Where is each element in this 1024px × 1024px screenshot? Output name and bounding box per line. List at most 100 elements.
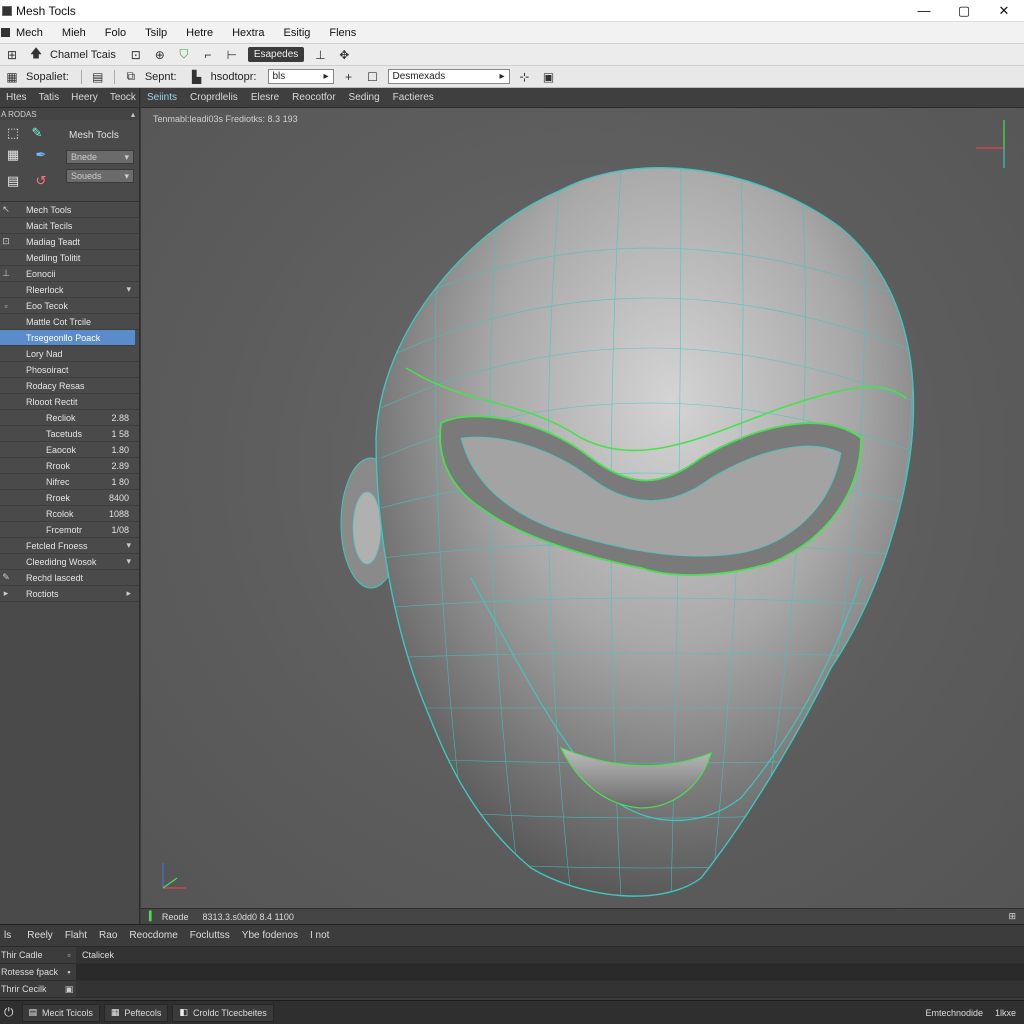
timeline-tab[interactable]: Reocdome	[129, 930, 177, 941]
property-row[interactable]: Rrook 2.89	[0, 458, 139, 474]
camera-icon[interactable]: ▙	[189, 69, 205, 85]
property-row[interactable]: Eaocok 1.80	[0, 442, 139, 458]
snap-icon[interactable]: ⌐	[200, 47, 216, 63]
menu-item[interactable]: Tsilp	[145, 27, 167, 39]
timeline-tab[interactable]: Reely	[27, 930, 53, 941]
menu-item[interactable]: Folo	[105, 27, 126, 39]
shield-icon[interactable]: ⛉	[176, 47, 192, 63]
minimize-button[interactable]: —	[904, 0, 944, 22]
timeline-row[interactable]: Thir Cadle ▫ Ctalicek	[0, 947, 1024, 964]
curve-icon[interactable]: ↺	[32, 172, 50, 190]
property-row[interactable]: Rroek 8400	[0, 490, 139, 506]
grid-toggle-icon[interactable]: ⊞	[1008, 911, 1016, 922]
taskbar-item[interactable]: ◧ Croldc Tlcecbeites	[172, 1003, 274, 1022]
tab-tatis[interactable]: Tatis	[39, 92, 60, 103]
brush-icon[interactable]: ✎	[28, 124, 46, 142]
timeline-tab[interactable]: Flaht	[65, 930, 87, 941]
timeline-tab[interactable]: Focluttss	[190, 930, 230, 941]
collapse-icon[interactable]: ▴	[131, 110, 135, 119]
property-row[interactable]: Cleedidng Wosok ▾	[0, 554, 139, 570]
chevron-down-icon[interactable]: ▾	[126, 540, 131, 551]
grid-layout-icon[interactable]: ⊞	[4, 47, 20, 63]
property-row[interactable]: Frcemotr 1/08	[0, 522, 139, 538]
copy-icon[interactable]: ⧉	[123, 69, 139, 85]
3d-viewport[interactable]: Tenmabl:leadi03s Frediotks: 8.3 193	[141, 108, 1024, 908]
property-row[interactable]: Recliok 2.88	[0, 410, 139, 426]
layout-icon[interactable]: ▦	[4, 69, 20, 85]
property-row[interactable]: ↖ Mech Tools	[0, 202, 139, 218]
timeline-tab[interactable]: Rao	[99, 930, 117, 941]
tab-reocotfor[interactable]: Reocotfor	[292, 92, 335, 103]
menu-item[interactable]: Esitig	[283, 27, 310, 39]
taskbar-item[interactable]: ▤ Mecit Tcicols	[21, 1003, 100, 1022]
mesh-icon[interactable]: ▦	[4, 146, 22, 164]
pin-icon[interactable]: ⊥	[312, 47, 328, 63]
property-row[interactable]: Rcolok 1088	[0, 506, 139, 522]
maximize-button[interactable]: ▢	[944, 0, 984, 22]
timeline-tab[interactable]: I not	[310, 930, 329, 941]
arrow-up-icon[interactable]: 🡅	[28, 46, 44, 63]
tab-teock[interactable]: Teock	[110, 92, 136, 103]
grid-icon[interactable]: ▣	[541, 69, 557, 85]
menu-item[interactable]: Mech	[16, 27, 43, 39]
plus-icon[interactable]: +	[341, 69, 357, 85]
app-menu-icon[interactable]	[1, 28, 10, 37]
chevron-down-icon[interactable]: ▾	[126, 556, 131, 567]
property-row[interactable]: Medling Tolitit	[0, 250, 139, 266]
tab-elesre[interactable]: Elesre	[251, 92, 279, 103]
close-button[interactable]: ✕	[984, 0, 1024, 22]
property-row[interactable]: Tacetuds 1 58	[0, 426, 139, 442]
display-combo[interactable]: Desmexads ▸	[387, 69, 510, 84]
timeline-row[interactable]: Rotesse fpack ▪	[0, 964, 1024, 981]
tab-properties[interactable]: Croprdlelis	[190, 92, 238, 103]
property-row[interactable]: Phosoiract	[0, 362, 139, 378]
timeline-track[interactable]: Ctalicek	[76, 947, 1024, 963]
property-row[interactable]: Trsegeonllo Poack	[0, 330, 135, 346]
timeline-tab-0[interactable]: ls	[4, 930, 11, 941]
tab-heery[interactable]: Heery	[71, 92, 98, 103]
property-row[interactable]: Rlooot Rectit	[0, 394, 139, 410]
checkbox-icon[interactable]: ☐	[365, 69, 381, 85]
property-row[interactable]: Macit Tecils	[0, 218, 139, 234]
property-row[interactable]: Rleerlock ▾	[0, 282, 139, 298]
property-row[interactable]: ▸ Roctiots ▸	[0, 586, 139, 602]
timeline-track[interactable]	[76, 981, 1024, 997]
property-row[interactable]: Fetcled Fnoess ▾	[0, 538, 139, 554]
menu-item[interactable]: Hetre	[186, 27, 213, 39]
tab-factieres[interactable]: Factieres	[393, 92, 434, 103]
menu-item[interactable]: Mieh	[62, 27, 86, 39]
frame-icon[interactable]: ⊡	[128, 47, 144, 63]
property-row[interactable]: ⊥ Eonocii	[0, 266, 139, 282]
mode-combo[interactable]: bls ▸	[267, 69, 334, 84]
menu-item[interactable]: Hextra	[232, 27, 264, 39]
property-row[interactable]: ⊡ Madiag Teadt	[0, 234, 139, 250]
power-icon[interactable]: ⏻	[4, 1005, 14, 1020]
menu-item[interactable]: Flens	[329, 27, 356, 39]
property-row[interactable]: ▫ Eoo Tecok	[0, 298, 139, 314]
property-row[interactable]: ✎ Rechd lascedt	[0, 570, 139, 586]
node-icon[interactable]: ⊢	[224, 47, 240, 63]
tab-tools[interactable]: Htes	[6, 92, 27, 103]
property-row[interactable]: Lory Nad	[0, 346, 139, 362]
timeline-row[interactable]: Thrir Cecilk ▣	[0, 981, 1024, 998]
view-axis-gizmo[interactable]	[976, 120, 1005, 168]
timeline-track[interactable]	[76, 964, 1024, 980]
zoom-icon[interactable]: ⊕	[152, 47, 168, 63]
timeline-tab[interactable]: Ybe fodenos	[242, 930, 298, 941]
property-row[interactable]: Mattle Cot Trcile	[0, 314, 139, 330]
panel-icon[interactable]: ▤	[90, 69, 106, 85]
select-icon[interactable]: ⬚	[4, 124, 22, 142]
chevron-right-icon[interactable]: ▸	[126, 588, 131, 599]
tab-seding[interactable]: Seding	[349, 92, 380, 103]
property-row[interactable]: Rodacy Resas	[0, 378, 139, 394]
tab-viewport[interactable]: Seiints	[147, 92, 177, 103]
move-icon[interactable]: ✥	[336, 47, 352, 63]
source-combo[interactable]: Soueds ▾	[66, 169, 134, 183]
property-row[interactable]: Nifrec 1 80	[0, 474, 139, 490]
helmet-model-wireframe[interactable]	[141, 108, 1024, 908]
taskbar-item[interactable]: ▦ Peftecols	[103, 1003, 169, 1022]
pen-icon[interactable]: ✒	[32, 146, 50, 164]
blend-combo[interactable]: Bnede ▾	[66, 150, 134, 164]
chevron-down-icon[interactable]: ▾	[126, 284, 131, 295]
terminal-icon[interactable]: ▤	[4, 172, 22, 190]
